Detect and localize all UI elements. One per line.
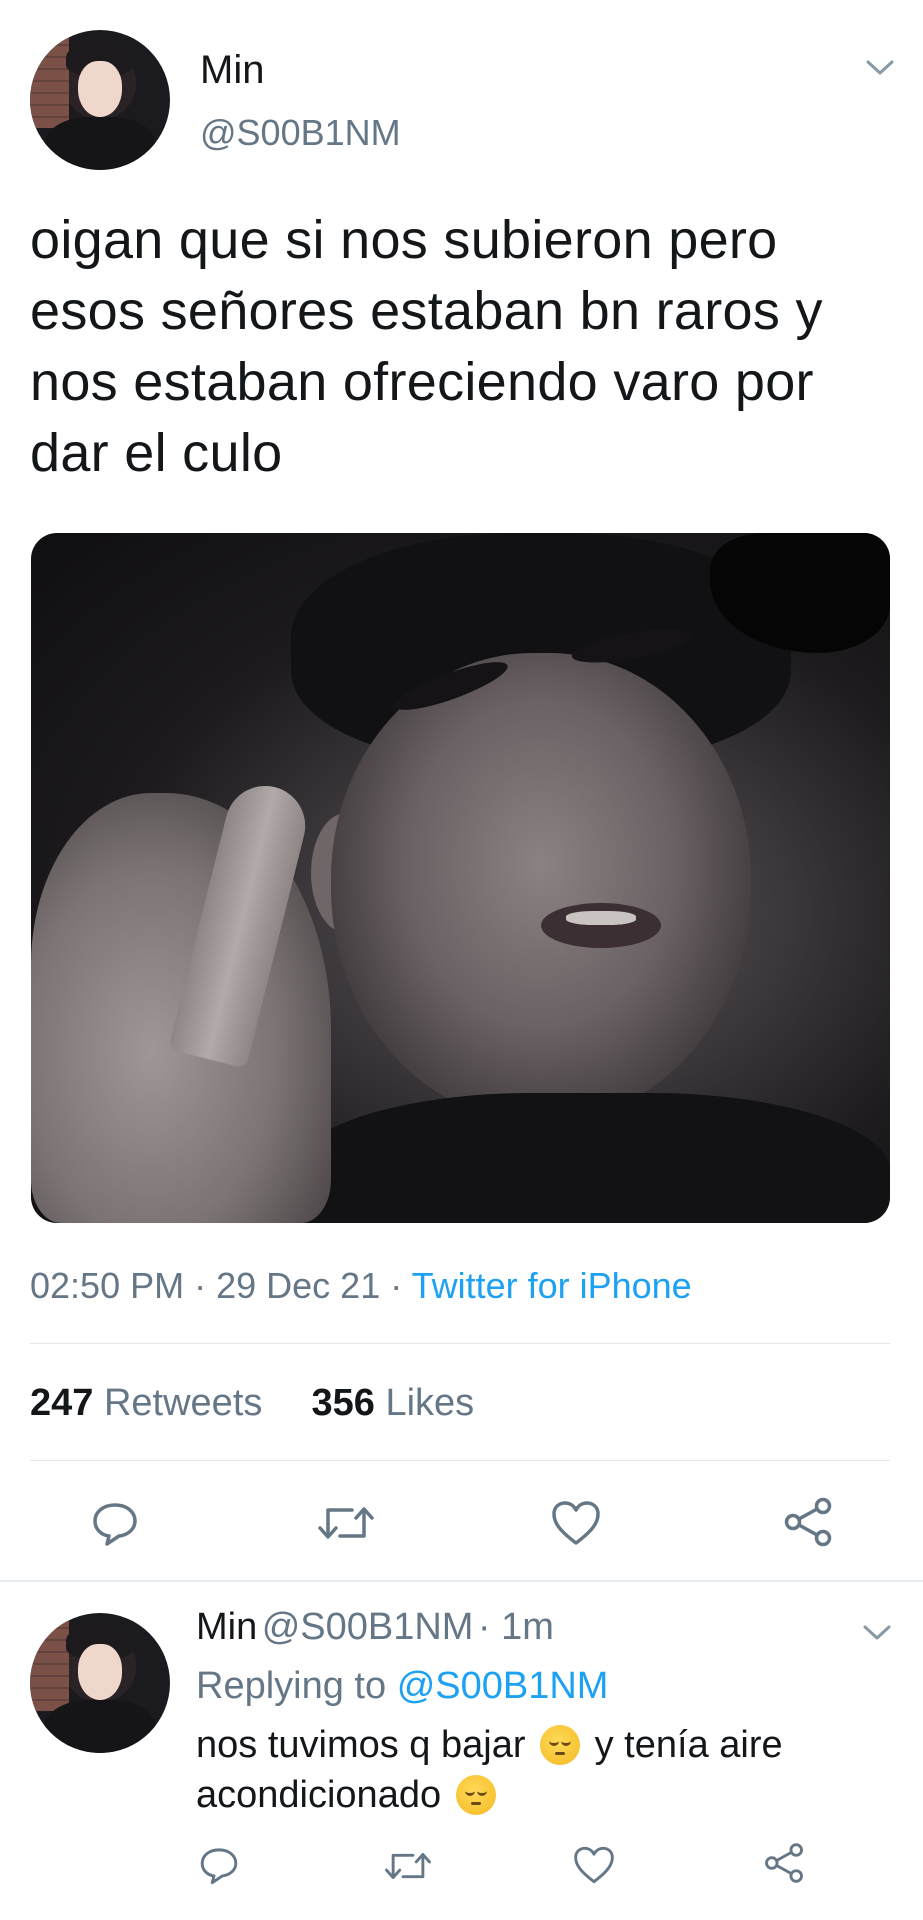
likes-stat[interactable]: 356 Likes: [312, 1382, 475, 1424]
share-icon: [784, 1497, 832, 1547]
reply-author-handle[interactable]: @S00B1NM: [262, 1606, 474, 1648]
author-handle[interactable]: @S00B1NM: [200, 112, 401, 154]
reply-like-button[interactable]: [571, 1842, 617, 1888]
reply-author-name[interactable]: Min: [196, 1606, 257, 1648]
reply-header: Min @S00B1NM · 1m: [196, 1606, 554, 1649]
divider: [30, 1460, 890, 1461]
reply-separator: ·: [477, 1606, 502, 1648]
pensive-face-emoji: [455, 1775, 496, 1815]
reply-author-avatar[interactable]: [30, 1613, 170, 1753]
tweet-time: 02:50 PM: [30, 1265, 185, 1306]
reply-menu-chevron-down-icon[interactable]: [862, 1623, 892, 1643]
replying-to: Replying to @S00B1NM: [196, 1665, 608, 1708]
tweet-date: 29 Dec 21: [216, 1265, 381, 1306]
reply-retweet-button[interactable]: [383, 1844, 433, 1888]
like-button[interactable]: [549, 1496, 603, 1550]
heart-icon: [574, 1846, 614, 1884]
reply-share-button[interactable]: [761, 1840, 807, 1886]
tweet-photo[interactable]: [31, 533, 890, 1223]
reply-reply-button[interactable]: [196, 1842, 242, 1888]
share-button[interactable]: [780, 1494, 836, 1550]
reply-text: nos tuvimos q bajar y tenía aire acondic…: [196, 1720, 876, 1820]
retweet-icon: [385, 1852, 431, 1880]
tweet-menu-chevron-down-icon[interactable]: [865, 58, 895, 78]
reply-text-part3: acondicionado: [196, 1774, 442, 1816]
meta-separator: ·: [194, 1265, 217, 1306]
reply-icon: [200, 1848, 238, 1885]
section-divider: [0, 1580, 923, 1582]
retweets-count: 247: [30, 1382, 94, 1424]
likes-label: Likes: [385, 1382, 475, 1424]
reply-icon: [93, 1503, 137, 1546]
tweet-meta: 02:50 PM · 29 Dec 21 · Twitter for iPhon…: [30, 1265, 692, 1307]
retweet-button[interactable]: [316, 1496, 376, 1550]
share-icon: [765, 1843, 803, 1883]
divider: [30, 1343, 890, 1344]
author-name[interactable]: Min: [200, 48, 264, 93]
meta-separator: ·: [390, 1265, 412, 1306]
likes-count: 356: [311, 1382, 375, 1424]
reply-button[interactable]: [88, 1496, 142, 1550]
retweet-icon: [318, 1507, 374, 1539]
tweet-stats: 247 Retweets 356 Likes: [30, 1382, 474, 1425]
replying-label: Replying to: [196, 1665, 387, 1707]
tweet-source-link[interactable]: Twitter for iPhone: [412, 1265, 692, 1306]
retweets-stat[interactable]: 247 Retweets: [30, 1382, 262, 1424]
pensive-face-emoji: [540, 1725, 581, 1765]
replying-to-mention[interactable]: @S00B1NM: [397, 1665, 609, 1707]
heart-icon: [552, 1501, 600, 1545]
retweets-label: Retweets: [103, 1382, 263, 1424]
author-avatar[interactable]: [30, 30, 170, 170]
tweet-text: oigan que si nos subieron pero esos seño…: [30, 210, 823, 483]
reply-text-part2: y tenía aire: [594, 1724, 783, 1766]
reply-text-part1: nos tuvimos q bajar: [196, 1724, 526, 1766]
reply-age: 1m: [501, 1606, 554, 1648]
